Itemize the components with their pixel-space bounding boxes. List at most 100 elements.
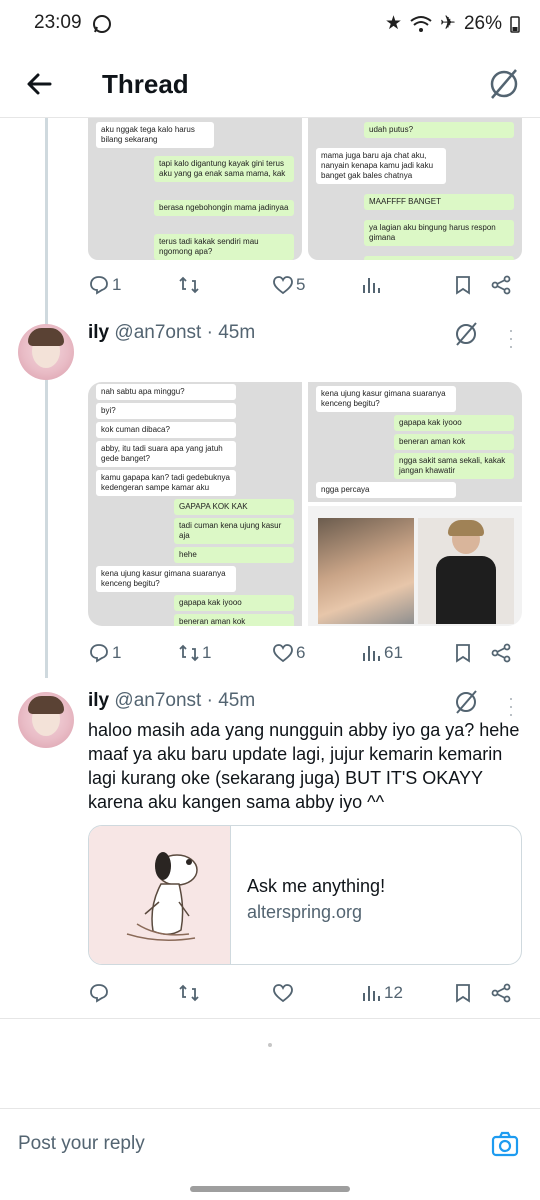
repost-count: 1 bbox=[202, 643, 212, 662]
reply-input[interactable]: Post your reply bbox=[18, 1133, 145, 1155]
chat-bubble: terus tadi kakak sendiri mau ngomong apa… bbox=[154, 234, 294, 260]
divider bbox=[0, 1018, 540, 1019]
like-count: 6 bbox=[296, 643, 306, 662]
repost-icon bbox=[179, 644, 199, 662]
card-title: Ask me anything! bbox=[247, 876, 386, 896]
repost-icon bbox=[179, 276, 199, 294]
post1-actions: 1 5 bbox=[88, 270, 518, 300]
views-button[interactable] bbox=[360, 270, 382, 300]
share-button[interactable] bbox=[490, 270, 512, 300]
reply-button[interactable]: 1 bbox=[88, 270, 121, 300]
view-count: 12 bbox=[384, 983, 403, 1002]
views-icon bbox=[363, 986, 380, 1001]
post2-author: ily @an7onst · 45m bbox=[88, 322, 255, 344]
share-icon bbox=[491, 643, 511, 663]
thread-connector-line bbox=[45, 118, 48, 678]
like-count: 5 bbox=[296, 275, 306, 294]
share-icon bbox=[491, 983, 511, 1003]
post2-image-photos[interactable] bbox=[308, 506, 522, 626]
camera-icon[interactable] bbox=[490, 1129, 520, 1159]
status-bar: 23:09 ★ ✈ 26% bbox=[0, 0, 540, 48]
bookmark-icon bbox=[456, 276, 470, 295]
post1-image-right[interactable]: udah putus? mama juga baru aja chat aku, … bbox=[308, 118, 522, 260]
reply-button[interactable]: 1 bbox=[88, 638, 121, 668]
like-button[interactable]: 5 bbox=[272, 270, 305, 300]
grok-logo-icon[interactable] bbox=[486, 66, 522, 102]
views-button[interactable]: 61 bbox=[360, 638, 403, 668]
views-button[interactable]: 12 bbox=[360, 978, 403, 1008]
views-icon bbox=[363, 278, 380, 293]
chat-bubble: ya lagian aku bingung harus respon giman… bbox=[364, 220, 514, 246]
app-header: Thread bbox=[0, 52, 540, 118]
link-card[interactable]: Ask me anything! alterspring.org bbox=[88, 825, 522, 965]
share-button[interactable] bbox=[490, 978, 512, 1008]
chat-bubble: kena ujung kasur gimana suaranya kenceng… bbox=[316, 386, 456, 412]
chat-bubble: nah sabtu apa minggu? bbox=[96, 384, 236, 400]
chat-bubble: GAPAPA KOK KAK bbox=[174, 499, 294, 515]
bookmark-button[interactable] bbox=[452, 978, 474, 1008]
repost-button[interactable] bbox=[178, 978, 200, 1008]
post2-image-left[interactable]: nah sabtu apa minggu? byi? kok cuman dibac… bbox=[88, 382, 302, 626]
more-options-icon[interactable]: · · · bbox=[506, 321, 516, 355]
chat-bubble: kamu gapapa kan? tadi gedebuknya kedenge… bbox=[96, 470, 236, 496]
share-icon bbox=[491, 275, 511, 295]
bookmark-button[interactable] bbox=[452, 638, 474, 668]
heart-icon bbox=[273, 276, 293, 295]
chat-bubble: tapi kalo digantung kayak gini terus aku… bbox=[154, 156, 294, 182]
repost-button[interactable] bbox=[178, 270, 200, 300]
chat-bubble: tadi cuman kena ujung kasur aja bbox=[174, 518, 294, 544]
status-time: 23:09 bbox=[34, 12, 82, 33]
bookmark-icon bbox=[456, 984, 470, 1003]
reply-bar: Post your reply bbox=[0, 1108, 540, 1174]
loading-indicator bbox=[268, 1043, 272, 1047]
chat-bubble: gapapa kak iyooo bbox=[174, 595, 294, 611]
author-name[interactable]: ily bbox=[88, 322, 109, 343]
home-indicator[interactable] bbox=[190, 1186, 350, 1192]
post-text: haloo masih ada yang nungguin abby iyo g… bbox=[88, 720, 520, 812]
back-arrow-icon[interactable] bbox=[22, 66, 58, 102]
chat-bubble: kok cuman dibaca? bbox=[96, 422, 236, 438]
like-button[interactable] bbox=[272, 978, 294, 1008]
like-button[interactable]: 6 bbox=[272, 638, 305, 668]
photo-hand bbox=[318, 518, 414, 624]
whatsapp-icon bbox=[93, 15, 111, 33]
heart-icon bbox=[273, 644, 293, 663]
view-count: 61 bbox=[384, 643, 403, 662]
author-handle: @an7onst · 45m bbox=[114, 690, 256, 711]
heart-icon bbox=[273, 984, 293, 1003]
author-name[interactable]: ily bbox=[88, 690, 109, 711]
bookmark-button[interactable] bbox=[452, 270, 474, 300]
status-indicators: ★ ✈ 26% bbox=[385, 12, 520, 35]
chat-bubble: ngga sakit sama sekali, kakak jangan kha… bbox=[394, 453, 514, 479]
grok-icon[interactable] bbox=[452, 320, 480, 348]
grok-icon[interactable] bbox=[452, 688, 480, 716]
card-domain: alterspring.org bbox=[247, 902, 363, 922]
chat-bubble: byi? bbox=[96, 403, 236, 419]
battery-level: 26% bbox=[463, 12, 502, 34]
reply-count: 1 bbox=[112, 275, 122, 294]
repost-button[interactable]: 1 bbox=[178, 638, 211, 668]
chat-bubble: ditambah mama nyuruh main ke rumah bbox=[364, 256, 514, 260]
chat-bubble: mama juga baru aja chat aku, nanyain ken… bbox=[316, 148, 446, 184]
chat-bubble: beneran aman kok bbox=[174, 614, 294, 626]
post2-actions: 1 1 6 61 bbox=[88, 638, 518, 668]
chat-bubble: berasa ngebohongin mama jadinyaa bbox=[154, 200, 294, 216]
views-icon bbox=[363, 646, 380, 661]
more-options-icon[interactable]: · · · bbox=[506, 689, 516, 723]
chat-bubble: kena ujung kasur gimana suaranya kenceng… bbox=[96, 566, 236, 592]
wifi-icon bbox=[410, 15, 432, 32]
avatar[interactable] bbox=[18, 324, 74, 380]
bookmark-icon bbox=[456, 644, 470, 663]
reply-button[interactable] bbox=[88, 978, 110, 1008]
chat-bubble: MAAFFFF BANGET bbox=[364, 194, 514, 210]
post1-image-left[interactable]: aku nggak tega kalo harus bilang sekaran… bbox=[88, 118, 302, 260]
chat-bubble: abby, itu tadi suara apa yang jatuh gede… bbox=[96, 441, 236, 467]
chat-bubble: aku nggak tega kalo harus bilang sekaran… bbox=[96, 122, 214, 148]
airplane-icon: ✈ bbox=[440, 13, 456, 34]
star-icon: ★ bbox=[385, 13, 403, 34]
chat-bubble: udah putus? bbox=[364, 122, 514, 138]
share-button[interactable] bbox=[490, 638, 512, 668]
post2-image-right-top[interactable]: kena ujung kasur gimana suaranya kenceng… bbox=[308, 382, 522, 502]
avatar[interactable] bbox=[18, 692, 74, 748]
chat-bubble: hehe bbox=[174, 547, 294, 563]
